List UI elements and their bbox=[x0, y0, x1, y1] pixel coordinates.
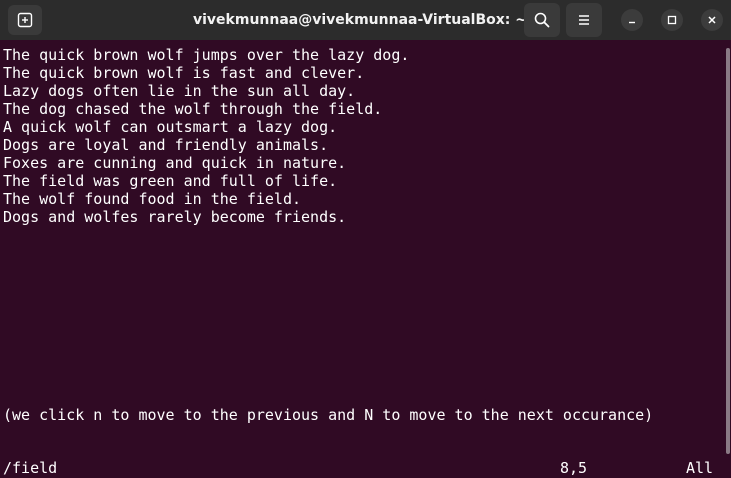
text-line: The dog chased the wolf through the fiel… bbox=[3, 100, 383, 118]
minimize-button[interactable] bbox=[621, 9, 643, 31]
title-bar: vivekmunnaa@vivekmunnaa-VirtualBox: ~ bbox=[0, 0, 731, 40]
window-title: vivekmunnaa@vivekmunnaa-VirtualBox: ~ bbox=[193, 12, 527, 28]
search-command: /field bbox=[3, 459, 58, 477]
new-tab-button[interactable] bbox=[8, 5, 42, 35]
maximize-button[interactable] bbox=[661, 9, 683, 31]
close-icon bbox=[708, 16, 716, 24]
text-line: Lazy dogs often lie in the sun all day. bbox=[3, 82, 356, 100]
hamburger-menu-icon bbox=[579, 15, 589, 25]
terminal-window: vivekmunnaa@vivekmunnaa-VirtualBox: ~ Th… bbox=[0, 0, 731, 478]
new-tab-icon bbox=[17, 12, 33, 28]
cursor-position: 8,5 bbox=[560, 459, 588, 477]
minimize-icon bbox=[629, 21, 635, 24]
text-line: A quick wolf can outsmart a lazy dog. bbox=[3, 118, 338, 136]
scroll-indicator: All bbox=[686, 459, 714, 477]
maximize-icon bbox=[667, 15, 677, 25]
text-line: Dogs and wolfes rarely become friends. bbox=[3, 208, 347, 226]
close-button[interactable] bbox=[701, 9, 723, 31]
text-line: The field was green and full of life. bbox=[3, 172, 338, 190]
text-line: The wolf found food in the field. bbox=[3, 190, 302, 208]
search-button[interactable] bbox=[524, 3, 560, 37]
scrollbar[interactable] bbox=[726, 48, 730, 454]
text-line: The quick brown wolf is fast and clever. bbox=[3, 64, 365, 82]
text-line: The quick brown wolf jumps over the lazy… bbox=[3, 46, 410, 64]
text-line: Dogs are loyal and friendly animals. bbox=[3, 136, 329, 154]
menu-button[interactable] bbox=[566, 3, 602, 37]
search-icon bbox=[534, 12, 550, 28]
text-line: Foxes are cunning and quick in nature. bbox=[3, 154, 347, 172]
annotation-note: (we click n to move to the previous and … bbox=[3, 406, 654, 424]
